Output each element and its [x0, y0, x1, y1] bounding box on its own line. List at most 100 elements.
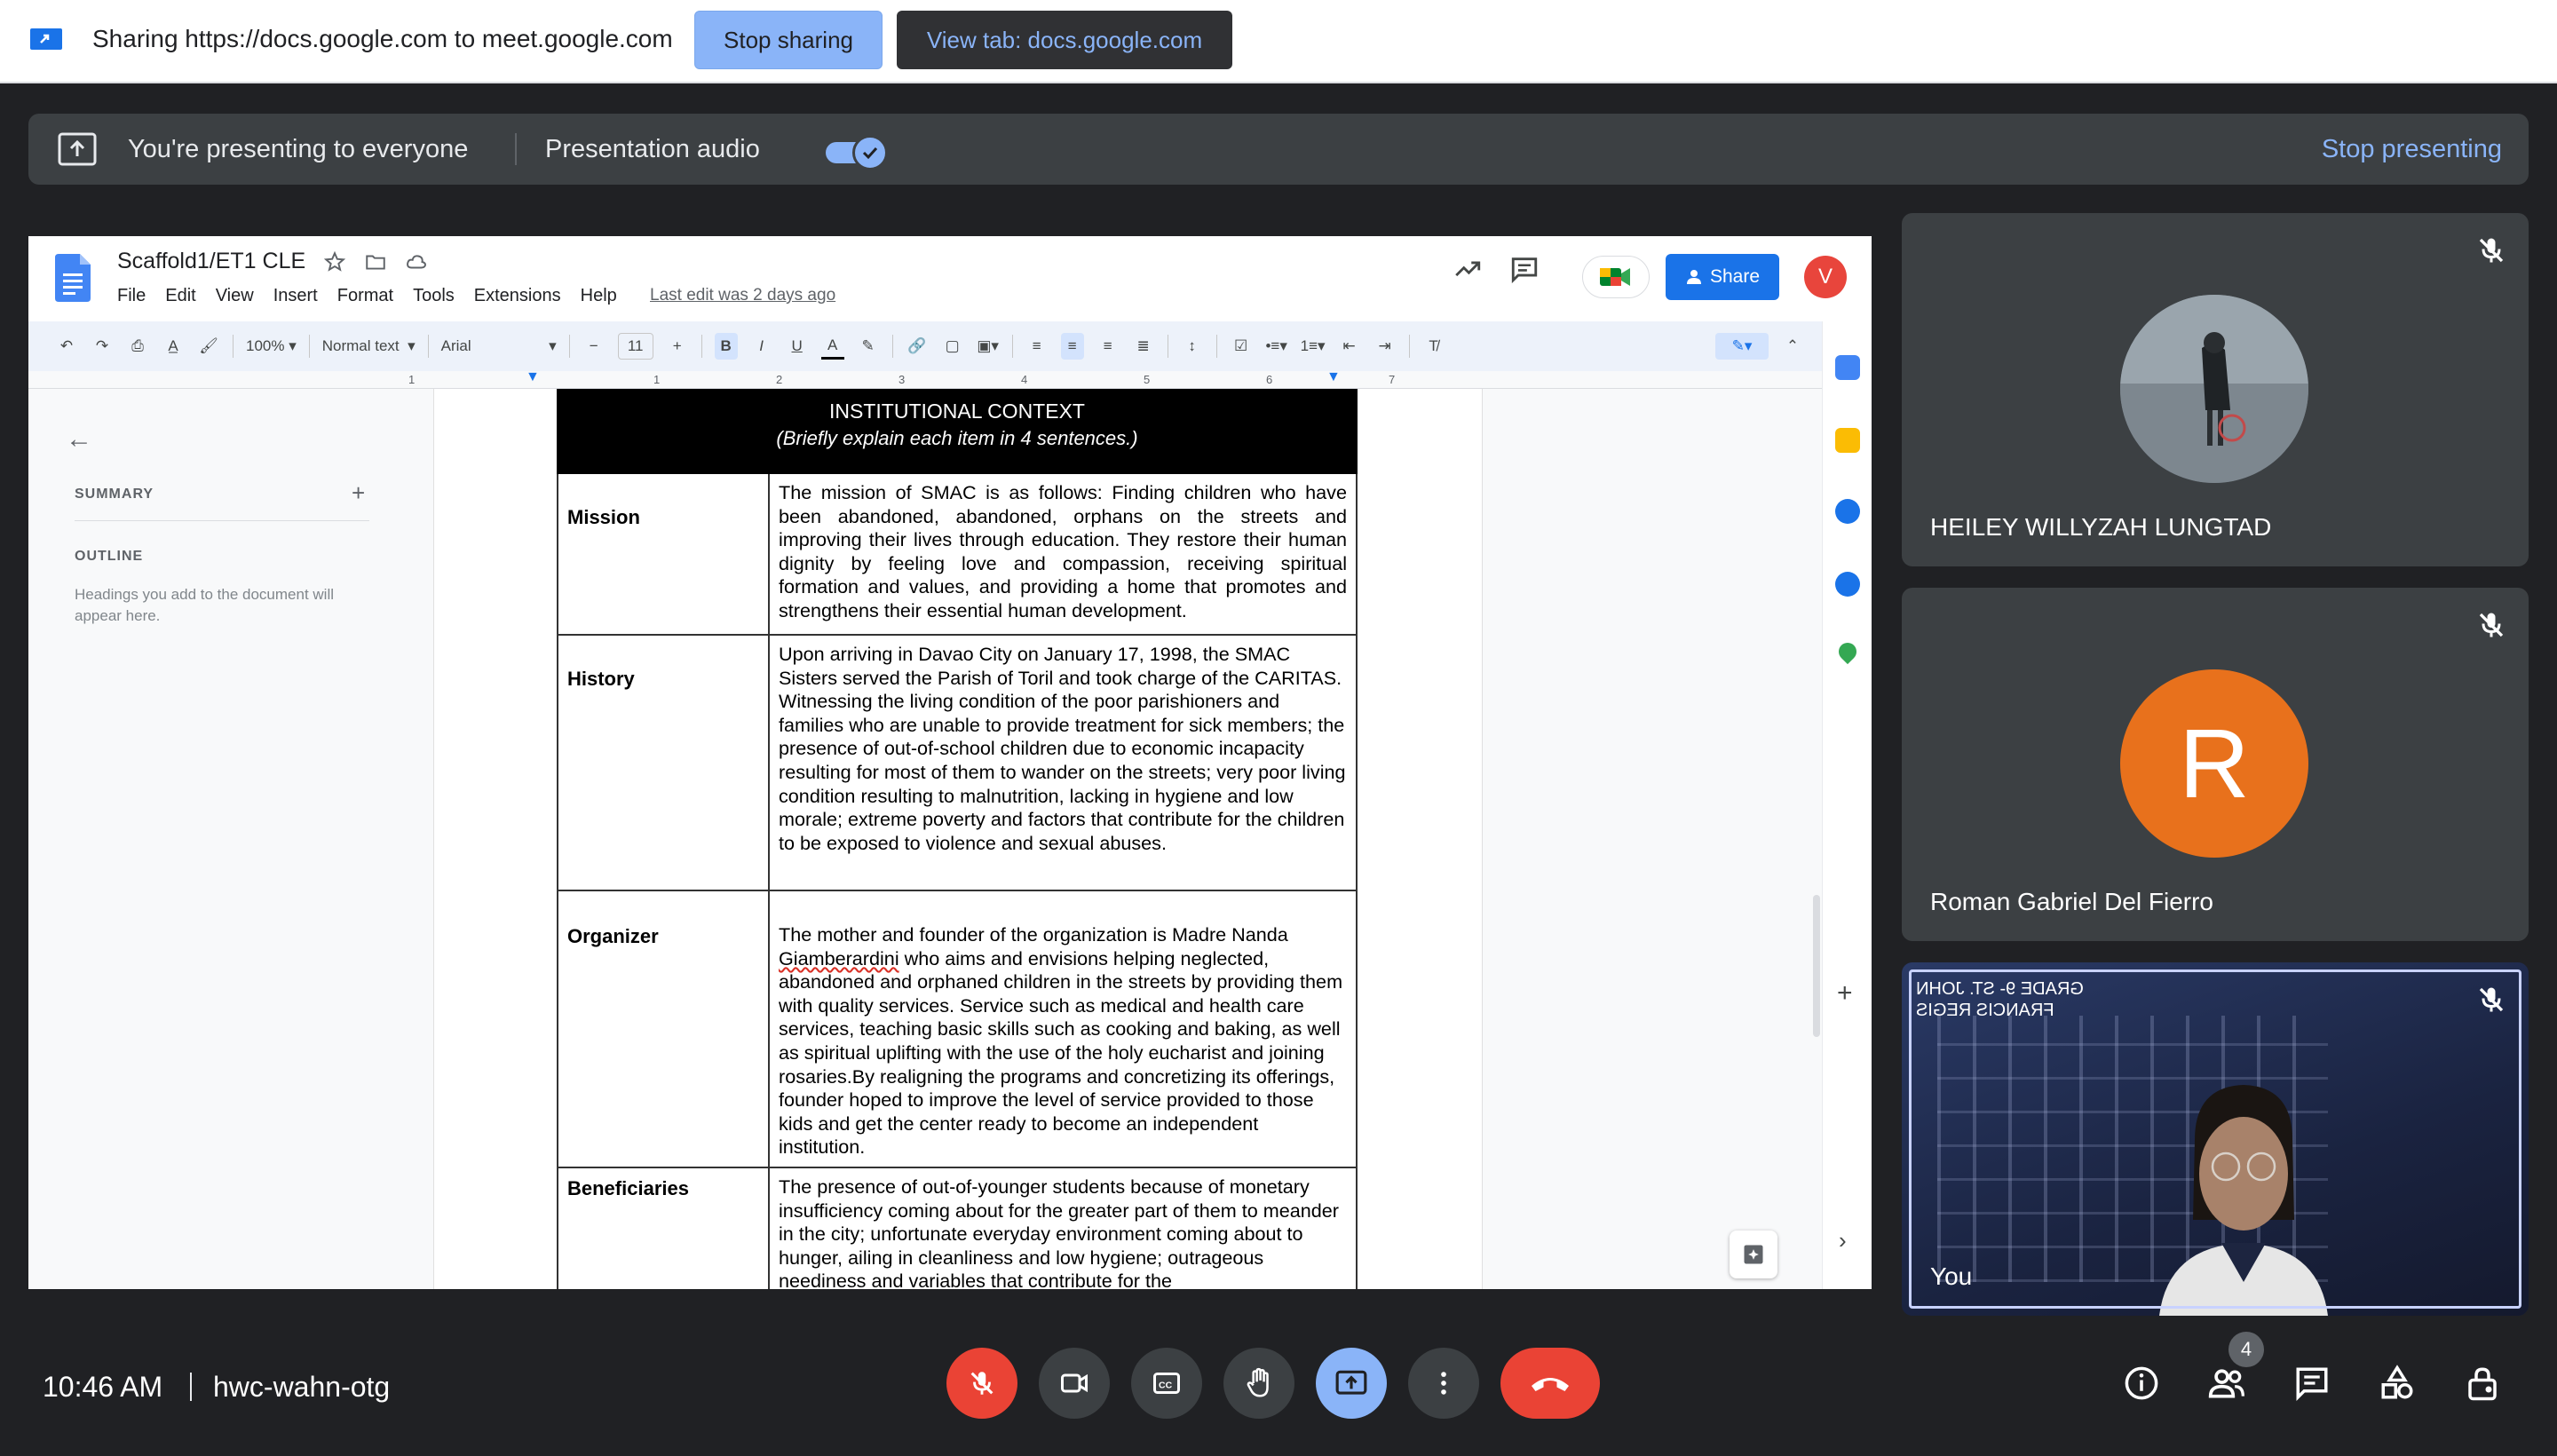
align-center-icon[interactable]: ≡	[1060, 333, 1084, 360]
italic-icon[interactable]: I	[750, 333, 773, 360]
more-vert-icon	[1441, 1372, 1446, 1395]
horizontal-ruler[interactable]: 1 1 2 3 4 5 6 7 ▼ ▼	[28, 369, 1822, 389]
host-controls-button[interactable]	[2461, 1362, 2504, 1405]
font-select[interactable]: Arial ▾	[441, 333, 557, 360]
print-icon[interactable]: ⎙	[126, 333, 149, 360]
bold-icon[interactable]: B	[714, 333, 738, 360]
people-icon	[2208, 1369, 2244, 1398]
clear-formatting-icon[interactable]: T̸	[1422, 333, 1445, 360]
document-page[interactable]: INSTITUTIONAL CONTEXT (Briefly explain e…	[433, 389, 1483, 1289]
participant-tile[interactable]: HEILEY WILLYZAH LUNGTAD	[1902, 213, 2529, 566]
last-edit-link[interactable]: Last edit was 2 days ago	[650, 286, 835, 305]
menu-tools[interactable]: Tools	[413, 286, 455, 306]
editing-mode-icon[interactable]: ✎▾	[1715, 333, 1769, 360]
decrease-indent-icon[interactable]: ⇤	[1338, 333, 1361, 360]
back-arrow-icon[interactable]: ←	[66, 424, 92, 455]
shared-document-view: Scaffold1/ET1 CLE File Edit View Insert …	[28, 236, 1872, 1289]
checklist-icon[interactable]: ☑	[1230, 333, 1253, 360]
people-button[interactable]	[2205, 1362, 2248, 1405]
participant-avatar-photo	[2120, 295, 2308, 483]
link-icon[interactable]: 🔗	[906, 333, 929, 360]
share-document-button[interactable]: Share	[1666, 254, 1779, 300]
row-text-part: The mother and founder of the organizati…	[779, 923, 1288, 946]
google-docs-icon[interactable]	[55, 254, 91, 302]
maps-icon[interactable]	[1834, 638, 1861, 665]
camera-toggle-button[interactable]	[1039, 1348, 1110, 1419]
get-add-ons-icon[interactable]: +	[1837, 978, 1853, 1009]
align-left-icon[interactable]: ≡	[1025, 333, 1049, 360]
insert-image-icon[interactable]: ▣▾	[977, 333, 1000, 360]
font-size-increase-icon[interactable]: +	[666, 333, 689, 360]
stop-presenting-button[interactable]: Stop presenting	[2322, 135, 2502, 164]
chat-button[interactable]	[2291, 1362, 2333, 1405]
left-indent-marker[interactable]: ▼	[526, 369, 540, 385]
present-screen-icon	[1335, 1370, 1367, 1395]
participant-tile[interactable]: R Roman Gabriel Del Fierro	[1902, 588, 2529, 941]
docs-menu-bar: File Edit View Insert Format Tools Exten…	[117, 286, 617, 306]
document-scrollbar[interactable]	[1813, 895, 1820, 1037]
more-options-button[interactable]	[1408, 1348, 1479, 1419]
contacts-icon[interactable]	[1835, 572, 1860, 597]
justify-icon[interactable]: ≣	[1132, 333, 1155, 360]
text-color-icon[interactable]: A	[820, 333, 844, 360]
activities-button[interactable]	[2376, 1362, 2418, 1405]
activity-trend-icon[interactable]	[1453, 254, 1483, 284]
collapse-menus-icon[interactable]: ⌃	[1781, 333, 1804, 360]
zoom-select[interactable]: 100% ▾	[246, 333, 297, 360]
row-text: The mother and founder of the organizati…	[770, 891, 1356, 1167]
add-summary-icon[interactable]: +	[352, 479, 365, 507]
paint-format-icon[interactable]: 🖌	[197, 333, 220, 360]
tasks-icon[interactable]	[1835, 499, 1860, 524]
spelling-flagged-word[interactable]: Giamberardini	[779, 947, 899, 969]
leave-call-button[interactable]	[1500, 1348, 1600, 1419]
row-text: Upon arriving in Davao City on January 1…	[779, 643, 1346, 854]
captions-button[interactable]: CC	[1131, 1348, 1202, 1419]
presentation-audio-toggle[interactable]	[826, 135, 888, 170]
microphone-toggle-button[interactable]	[946, 1348, 1017, 1419]
menu-format[interactable]: Format	[337, 286, 393, 306]
redo-icon[interactable]: ↷	[91, 333, 114, 360]
participant-name: HEILEY WILLYZAH LUNGTAD	[1930, 513, 2272, 541]
tab-sharing-bar: Sharing https://docs.google.com to meet.…	[0, 0, 2557, 83]
meet-call-button[interactable]	[1582, 256, 1650, 298]
underline-icon[interactable]: U	[786, 333, 809, 360]
add-comment-icon[interactable]: ▢	[941, 333, 964, 360]
line-spacing-icon[interactable]: ↕	[1181, 333, 1204, 360]
bulleted-list-icon[interactable]: •≡▾	[1265, 333, 1288, 360]
spellcheck-icon[interactable]: A̲	[162, 333, 185, 360]
stop-sharing-button[interactable]: Stop sharing	[694, 11, 883, 69]
align-right-icon[interactable]: ≡	[1096, 333, 1120, 360]
explore-button[interactable]	[1730, 1230, 1777, 1278]
self-view-tile[interactable]: GRADE 9- ST. JOHN FRANCIS REGIS You	[1902, 962, 2529, 1316]
document-title[interactable]: Scaffold1/ET1 CLE	[117, 249, 305, 274]
menu-help[interactable]: Help	[581, 286, 617, 306]
meeting-details-button[interactable]	[2120, 1362, 2163, 1405]
style-select[interactable]: Normal text ▾	[322, 333, 416, 360]
menu-view[interactable]: View	[216, 286, 254, 306]
menu-insert[interactable]: Insert	[273, 286, 318, 306]
cloud-status-icon[interactable]	[405, 250, 428, 273]
move-folder-icon[interactable]	[364, 250, 387, 273]
undo-icon[interactable]: ↶	[55, 333, 78, 360]
raise-hand-button[interactable]	[1223, 1348, 1294, 1419]
keep-icon[interactable]	[1835, 428, 1860, 453]
account-avatar[interactable]: V	[1804, 256, 1847, 298]
calendar-icon[interactable]	[1835, 355, 1860, 380]
comments-icon[interactable]	[1509, 254, 1540, 284]
star-icon[interactable]	[323, 250, 346, 273]
ruler-mark: 6	[1266, 373, 1273, 386]
right-indent-marker[interactable]: ▼	[1326, 369, 1341, 385]
mic-off-icon	[970, 1372, 994, 1395]
menu-edit[interactable]: Edit	[165, 286, 195, 306]
font-size-decrease-icon[interactable]: −	[582, 333, 606, 360]
menu-file[interactable]: File	[117, 286, 146, 306]
font-size-input[interactable]: 11	[617, 333, 653, 360]
meeting-code[interactable]: hwc-wahn-otg	[213, 1371, 390, 1404]
present-now-button[interactable]	[1316, 1348, 1387, 1419]
highlight-icon[interactable]: ✎	[857, 333, 880, 360]
menu-extensions[interactable]: Extensions	[474, 286, 561, 306]
view-tab-button[interactable]: View tab: docs.google.com	[897, 11, 1232, 69]
numbered-list-icon[interactable]: 1≡▾	[1301, 333, 1326, 360]
increase-indent-icon[interactable]: ⇥	[1373, 333, 1397, 360]
expand-side-panel-icon[interactable]: ›	[1839, 1227, 1847, 1254]
